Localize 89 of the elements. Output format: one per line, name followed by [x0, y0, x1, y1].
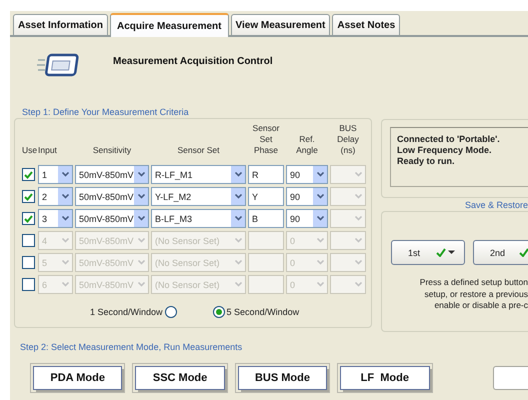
chevron-icon [138, 238, 144, 243]
column-header: BUS Delay (ns) [336, 123, 360, 157]
mode-button[interactable]: PDA Mode [33, 366, 122, 390]
chevron-icon [316, 216, 324, 221]
mode-button[interactable]: BUS Mode [238, 366, 328, 390]
tab[interactable]: Asset Information [13, 14, 108, 35]
chevron-icon [62, 194, 68, 199]
chevron-icon [354, 260, 362, 265]
dropdown[interactable]: 90 [286, 187, 328, 206]
chevron-icon [138, 172, 144, 177]
step-label: Step 2: Select Measurement Mode, Run Measurements [20, 342, 244, 352]
chevron-icon [138, 282, 144, 287]
chevron-icon [234, 194, 242, 199]
chevron-icon [316, 172, 324, 177]
status-box: Connected to 'Portable'. Low Frequency Mode. Ready to run. [390, 127, 528, 187]
chevron-icon [234, 238, 242, 243]
radio-button[interactable] [164, 306, 177, 318]
checkbox[interactable] [22, 234, 35, 247]
caret-icon [447, 250, 456, 255]
radio-label: 1 Second/Window [90, 307, 163, 317]
chevron-icon [354, 282, 362, 287]
chevron-icon [234, 260, 242, 265]
dropdown[interactable]: 2 [38, 187, 73, 206]
chevron-icon [62, 238, 68, 243]
dropdown[interactable] [330, 165, 366, 184]
section-label: Save & Restore [464, 200, 528, 210]
checkbox[interactable] [22, 212, 35, 225]
chevron-icon [354, 216, 362, 221]
chevron-icon [316, 194, 324, 199]
checkbox[interactable] [22, 168, 35, 181]
chevron-icon [234, 172, 242, 177]
chevron-icon [354, 194, 362, 199]
column-header: Sensitivity [92, 145, 132, 157]
dropdown[interactable]: 50mV-850mV [75, 187, 149, 206]
dropdown[interactable]: R-LF_M1 [151, 165, 246, 184]
column-header: Input [38, 145, 58, 157]
step-label: Step 1: Define Your Measurement Criteria [22, 107, 190, 117]
column-header: Use [22, 145, 36, 157]
checkbox[interactable] [22, 278, 35, 291]
chevron-icon [62, 260, 68, 265]
tab[interactable]: Asset Notes [332, 14, 400, 35]
chevron-icon [62, 216, 68, 221]
setup-button[interactable]: 2nd [473, 240, 528, 265]
chevron-icon [62, 282, 68, 287]
text-field[interactable]: R [248, 165, 284, 184]
dropdown[interactable]: B-LF_M3 [151, 209, 246, 228]
chevron-icon [138, 194, 144, 199]
dropdown[interactable]: 1 [38, 165, 73, 184]
tab[interactable]: Acquire Measurement [110, 13, 228, 37]
dropdown[interactable] [330, 275, 366, 294]
chevron-icon [138, 260, 144, 265]
checkbox[interactable] [22, 190, 35, 203]
text-field[interactable]: Y [248, 187, 284, 206]
dropdown[interactable] [330, 187, 366, 206]
text-field[interactable] [248, 253, 284, 272]
column-header: Sensor Set [176, 145, 221, 157]
dropdown[interactable]: 90 [286, 209, 328, 228]
dropdown[interactable] [330, 253, 366, 272]
checkbox[interactable] [22, 256, 35, 269]
dropdown[interactable]: 3 [38, 209, 73, 228]
text-field[interactable] [248, 275, 284, 294]
chevron-icon [62, 172, 68, 177]
radio-button[interactable] [212, 306, 225, 318]
radio-label: 5 Second/Window [226, 307, 300, 317]
chevron-icon [354, 238, 362, 243]
chevron-icon [316, 238, 324, 243]
dropdown[interactable]: Y-LF_M2 [151, 187, 246, 206]
help-text: Press a defined setup button setup, or restore a previous enable or disable a pre-c [418, 277, 528, 312]
column-header: Sensor Set Phase [252, 123, 280, 157]
dropdown[interactable] [330, 231, 366, 250]
tab[interactable]: View Measurement [230, 14, 330, 35]
dropdown[interactable]: 50mV-850mV [75, 209, 149, 228]
setup-button[interactable]: 1st [391, 240, 465, 265]
section-title: Measurement Acquisition Control [113, 56, 273, 66]
button[interactable] [492, 366, 528, 390]
text-field[interactable]: B [248, 209, 284, 228]
chevron-icon [234, 216, 242, 221]
dropdown[interactable] [330, 209, 366, 228]
chevron-icon [354, 172, 362, 177]
text-field[interactable] [248, 231, 284, 250]
measurement-window-icon [37, 52, 79, 78]
chevron-icon [234, 282, 242, 287]
column-header: Ref. Angle [295, 134, 319, 157]
dropdown[interactable]: 90 [286, 165, 328, 184]
dropdown[interactable]: 50mV-850mV [75, 165, 149, 184]
mode-button[interactable]: SSC Mode [135, 366, 225, 390]
chevron-icon [138, 216, 144, 221]
chevron-icon [316, 260, 324, 265]
chevron-icon [316, 282, 324, 287]
